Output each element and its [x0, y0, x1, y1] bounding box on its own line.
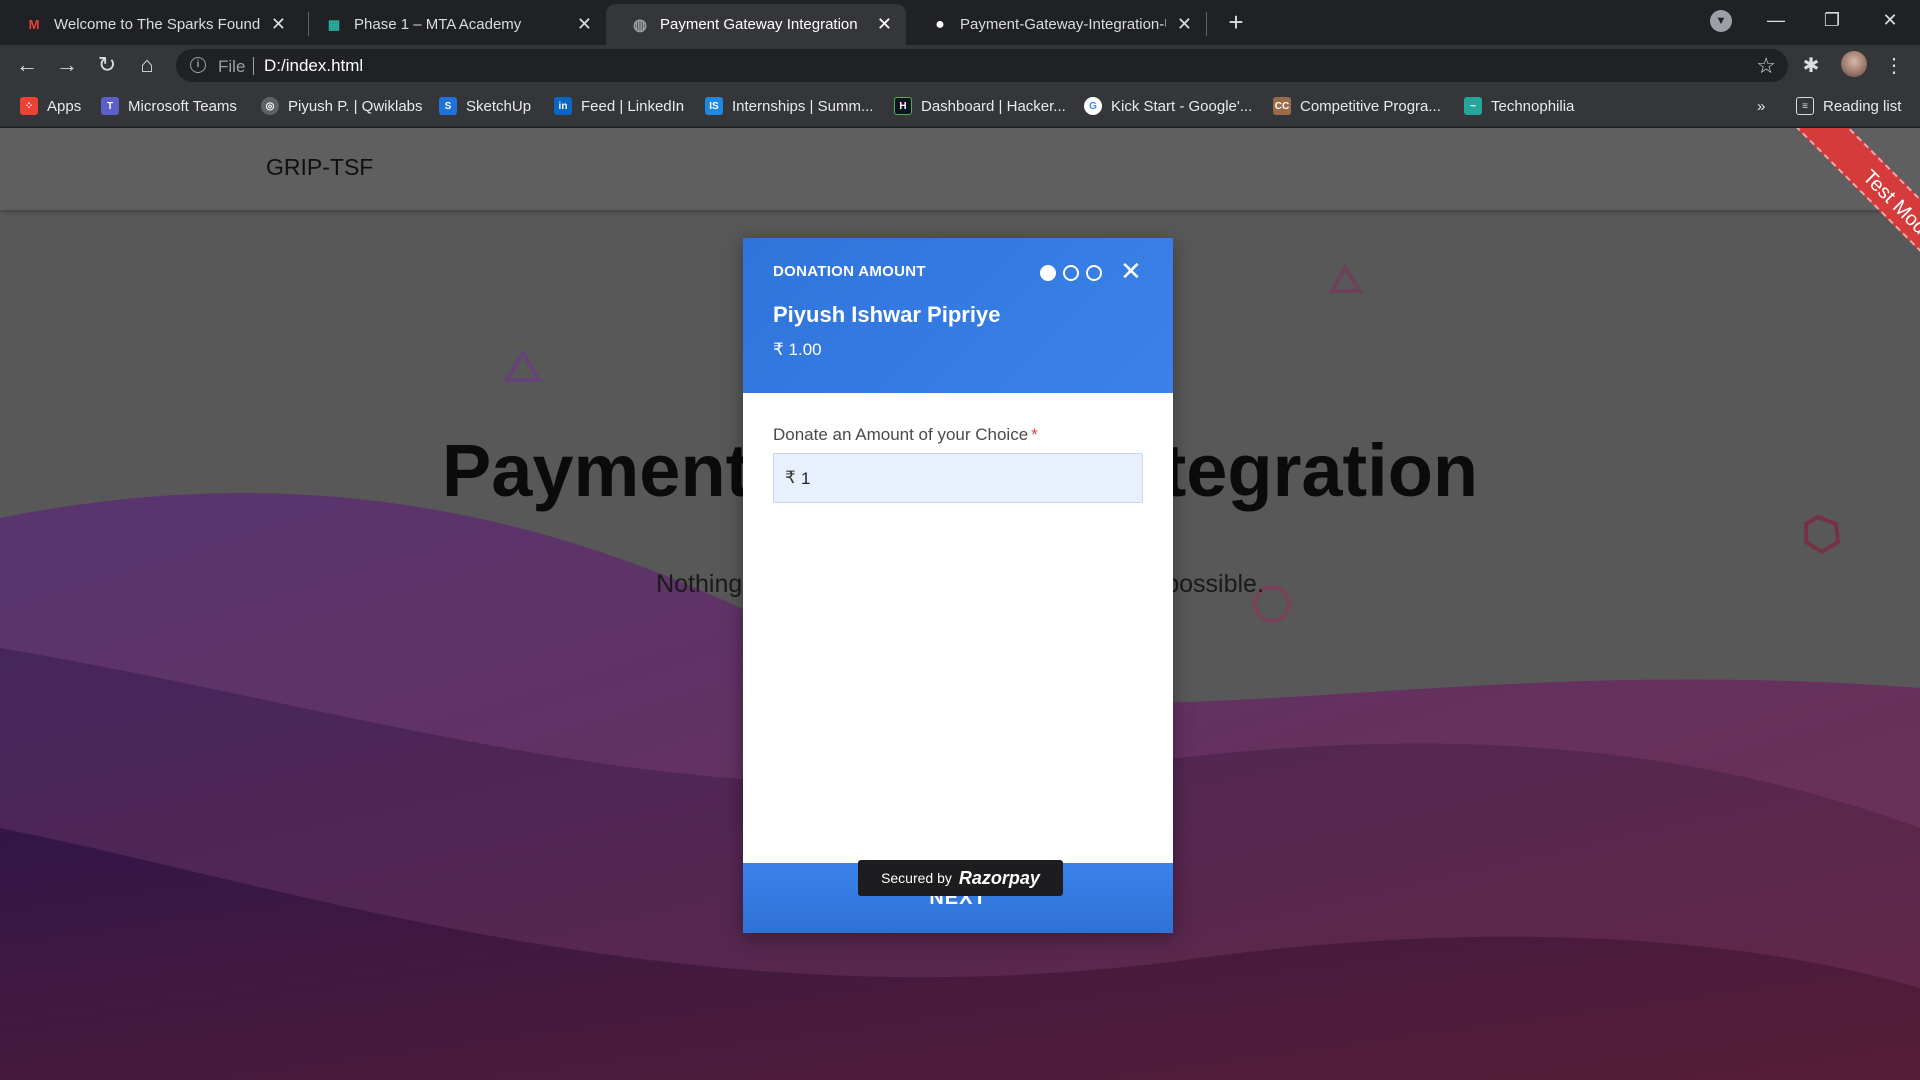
globe-icon: ◍: [633, 16, 647, 34]
tab-title: Phase 1 – MTA Academy: [354, 16, 522, 33]
hackerrank-icon: H: [894, 97, 912, 115]
technophilia-icon: ~: [1464, 97, 1482, 115]
close-icon[interactable]: ✕: [577, 14, 592, 35]
razorpay-checkout-modal: DONATION AMOUNT ✕ Piyush Ishwar Pipriye …: [743, 238, 1173, 933]
bookmark-hackerrank[interactable]: H Dashboard | Hacker...: [894, 95, 1066, 117]
step-dot: [1063, 265, 1079, 281]
checkout-header: DONATION AMOUNT ✕ Piyush Ishwar Pipriye …: [743, 238, 1173, 393]
url-scheme: File: [218, 57, 246, 76]
field-label-text: Donate an Amount of your Choice: [773, 425, 1029, 444]
teams-icon: T: [101, 97, 119, 115]
codechef-icon: CC: [1273, 97, 1291, 115]
bookmark-technophilia[interactable]: ~ Technophilia: [1464, 95, 1574, 117]
tab-title: Payment Gateway Integration: [660, 16, 858, 33]
bookmark-linkedin[interactable]: in Feed | LinkedIn: [554, 95, 684, 117]
bookmark-label: Microsoft Teams: [128, 97, 237, 115]
step-dot: [1086, 265, 1102, 281]
gmail-icon: M: [28, 17, 40, 32]
tab-mta-academy[interactable]: ▦ Phase 1 – MTA Academy ✕: [300, 4, 606, 45]
home-button[interactable]: ⌂: [133, 51, 161, 79]
close-icon[interactable]: ✕: [1177, 14, 1192, 35]
bookmark-teams[interactable]: T Microsoft Teams: [101, 95, 237, 117]
tab-payment-gateway[interactable]: ◍ Payment Gateway Integration ✕: [606, 4, 906, 45]
reading-list-icon: ≡: [1796, 97, 1814, 115]
forward-button[interactable]: →: [53, 51, 81, 79]
reading-list-label: Reading list: [1823, 97, 1902, 115]
browser-tab-bar: M Welcome to The Sparks Foundati ✕ ▦ Pha…: [0, 0, 1920, 45]
secured-by-badge: Secured by Razorpay: [858, 860, 1063, 896]
url-divider: [253, 57, 254, 75]
tab-search-icon[interactable]: ▼: [1710, 10, 1732, 32]
bookmark-label: Kick Start - Google'...: [1111, 97, 1253, 115]
reading-list-button[interactable]: ≡ Reading list: [1796, 95, 1901, 117]
back-button[interactable]: ←: [13, 51, 41, 79]
overflow-chevron-icon: »: [1757, 97, 1766, 115]
bookmark-label: Internships | Summ...: [732, 97, 874, 115]
bookmark-qwiklabs[interactable]: ◎ Piyush P. | Qwiklabs: [261, 95, 423, 117]
amount-input-wrapper[interactable]: ₹: [773, 453, 1143, 503]
tab-title: Welcome to The Sparks Foundati: [54, 16, 260, 33]
apps-grid-icon: ⁘: [20, 97, 38, 115]
bookmark-competitive[interactable]: CC Competitive Progra...: [1273, 95, 1441, 117]
merchant-name: Piyush Ishwar Pipriye: [773, 302, 1001, 327]
extensions-icon[interactable]: ✱: [1797, 51, 1825, 79]
bookmark-label: Dashboard | Hacker...: [921, 97, 1066, 115]
close-icon[interactable]: ✕: [271, 14, 286, 35]
checkout-body: Donate an Amount of your Choice * ₹: [743, 393, 1173, 863]
profile-avatar[interactable]: [1841, 51, 1867, 77]
bookmark-star-icon[interactable]: ☆: [1756, 53, 1776, 79]
menu-icon[interactable]: ⋮: [1880, 51, 1908, 79]
step-indicator: [1040, 265, 1102, 281]
browser-toolbar: ← → ↻ ⌂ i File D:/index.html ☆ ✱ ⋮: [0, 45, 1920, 85]
github-icon: ●: [935, 15, 945, 33]
restore-button[interactable]: ❐: [1804, 0, 1860, 40]
header-label: DONATION AMOUNT: [773, 263, 926, 280]
qwiklabs-icon: ◎: [261, 97, 279, 115]
step-dot-active: [1040, 265, 1056, 281]
amount-input[interactable]: [801, 466, 1131, 492]
tab-sparks-foundation[interactable]: M Welcome to The Sparks Foundati ✕: [0, 4, 300, 45]
razorpay-logo: Razorpay: [958, 867, 1040, 888]
bookmark-label: Apps: [47, 97, 82, 115]
bookmark-label: Piyush P. | Qwiklabs: [288, 97, 423, 115]
address-bar[interactable]: i File D:/index.html ☆: [176, 49, 1788, 82]
tab-separator: [1206, 12, 1207, 36]
bookmark-label: Competitive Progra...: [1300, 97, 1441, 115]
info-icon[interactable]: i: [190, 57, 206, 73]
mta-icon: ▦: [327, 16, 341, 32]
url-text[interactable]: D:/index.html: [264, 56, 363, 76]
header-amount: ₹ 1.00: [773, 340, 822, 359]
tab-github-repo[interactable]: ● Payment-Gateway-Integration-U ✕: [906, 4, 1206, 45]
bookmark-apps[interactable]: ⁘ Apps: [20, 95, 81, 117]
bookmark-kickstart[interactable]: G Kick Start - Google'...: [1084, 95, 1252, 117]
bookmark-internships[interactable]: IS Internships | Summ...: [705, 95, 873, 117]
bookmark-label: SketchUp: [466, 97, 532, 115]
bookmark-label: Feed | LinkedIn: [581, 97, 685, 115]
close-icon[interactable]: ✕: [1120, 258, 1142, 284]
linkedin-icon: in: [554, 97, 572, 115]
amount-field-label: Donate an Amount of your Choice *: [773, 425, 1038, 445]
reload-button[interactable]: ↻: [93, 51, 121, 79]
bookmarks-overflow[interactable]: »: [1757, 95, 1765, 117]
new-tab-button[interactable]: +: [1222, 8, 1250, 36]
bookmark-label: Technophilia: [1491, 97, 1575, 115]
google-icon: G: [1084, 97, 1102, 115]
minimize-button[interactable]: —: [1748, 0, 1804, 40]
internshala-icon: IS: [705, 97, 723, 115]
close-icon[interactable]: ✕: [877, 14, 892, 35]
secured-label: Secured by: [881, 870, 952, 886]
bookmarks-bar: ⁘ Apps T Microsoft Teams ◎ Piyush P. | Q…: [0, 85, 1920, 127]
sketchup-icon: S: [439, 97, 457, 115]
bookmark-sketchup[interactable]: S SketchUp: [439, 95, 531, 117]
rupee-icon: ₹: [785, 468, 796, 487]
required-mark: *: [1031, 425, 1038, 444]
window-close-button[interactable]: ✕: [1862, 0, 1918, 40]
tab-title: Payment-Gateway-Integration-U: [960, 16, 1166, 33]
